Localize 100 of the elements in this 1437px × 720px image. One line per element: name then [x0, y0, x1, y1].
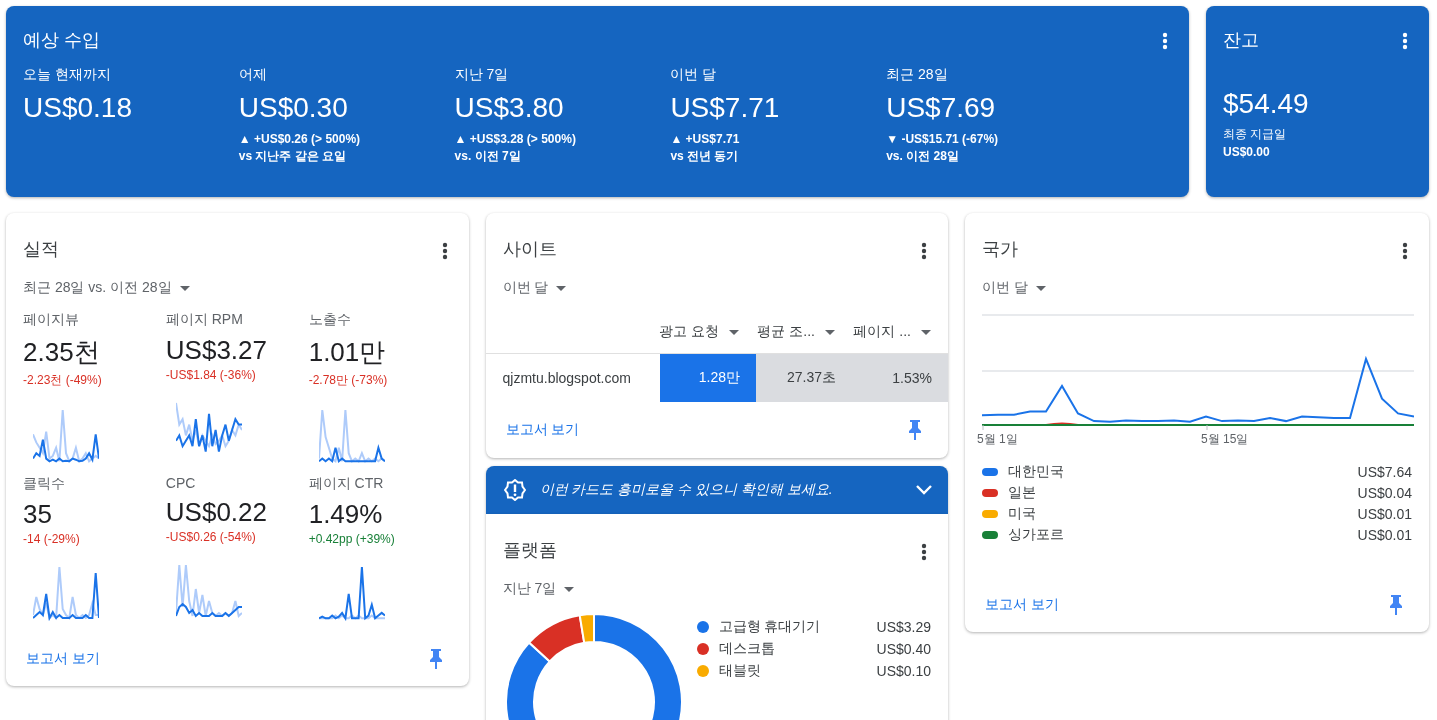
legend-value: US$0.04	[1357, 485, 1412, 501]
caret-icon	[564, 586, 575, 592]
sparkline-drawing	[33, 566, 99, 622]
view-report-link[interactable]: 보고서 보기	[985, 596, 1059, 614]
card-title: 실적	[23, 238, 59, 261]
comparison-text: vs 지난주 같은 요일	[238, 148, 348, 165]
card-title: 예상 수입	[23, 29, 100, 52]
metric-value: 1.49%	[308, 499, 384, 530]
column-header[interactable]: 광고 요청	[643, 323, 739, 341]
last-payment-label: 최종 지급일	[1223, 126, 1288, 143]
alert-badge-icon	[503, 479, 526, 501]
banner-text: 이런 카드도 흥미로울 수 있으니 확인해 보세요.	[539, 481, 834, 499]
card-title: 국가	[982, 238, 1018, 261]
legend-label: 데스크톱	[718, 640, 776, 658]
more-options-icon[interactable]	[1402, 242, 1408, 260]
more-options-icon[interactable]	[921, 543, 927, 561]
earnings-value: US$0.30	[238, 92, 349, 124]
more-options-icon[interactable]	[1402, 32, 1408, 50]
card-title: 잔고	[1223, 29, 1259, 52]
metric-change: -2.23천 (-49%)	[23, 372, 103, 389]
legend-value: US$0.01	[1357, 506, 1412, 522]
metric-change: -14 (-29%)	[23, 532, 81, 546]
metric-label: 페이지뷰	[23, 311, 80, 329]
view-report-link[interactable]: 보고서 보기	[26, 650, 100, 668]
earnings-value: US$7.69	[886, 92, 997, 124]
legend-label: 싱가포르	[1008, 526, 1065, 544]
metric-value: 35	[23, 499, 53, 530]
comparison-text: vs 전년 동기	[670, 148, 740, 165]
more-options-icon[interactable]	[921, 242, 927, 260]
card-title: 플랫폼	[502, 539, 557, 562]
table-cell: 1.53%	[852, 354, 948, 402]
earnings-value: US$7.71	[670, 92, 781, 124]
metric-label: 노출수	[308, 311, 352, 329]
suggestion-banner[interactable]: 이런 카드도 흥미로울 수 있으니 확인해 보세요.	[485, 466, 948, 514]
caret-icon	[825, 329, 835, 335]
metric-label: CPC	[165, 475, 197, 491]
caret-icon	[179, 285, 190, 291]
metric-value: 1.01만	[308, 336, 387, 369]
legend-value: US$3.29	[876, 619, 931, 635]
date-range-dropdown[interactable]: 최근 28일 vs. 이전 28일	[23, 279, 190, 297]
earnings-value: US$3.80	[454, 92, 565, 124]
comparison-text: vs. 이전 7일	[454, 148, 522, 165]
column-header[interactable]: 페이지 ...	[835, 323, 931, 341]
legend-label: 대한민국	[1008, 463, 1065, 481]
sparkline-drawing	[318, 566, 385, 622]
sparkline-drawing	[33, 409, 99, 465]
more-options-icon[interactable]	[1162, 32, 1168, 50]
metric-value: 2.35천	[23, 336, 101, 369]
change-text: ▲ +US$3.28 (> 500%)	[454, 132, 577, 146]
column-header[interactable]: 평균 조...	[739, 323, 835, 341]
table-cell: 27.37초	[756, 354, 852, 402]
period-label: 이번 달	[670, 66, 718, 84]
date-range-dropdown[interactable]: 이번 달	[982, 279, 1046, 297]
sparkline-drawing	[318, 409, 385, 465]
metric-change: -US$0.26 (-54%)	[165, 530, 257, 544]
chevron-icon[interactable]	[916, 485, 932, 495]
site-name: qjzmtu.blogspot.com	[501, 369, 632, 388]
date-range-dropdown[interactable]: 이번 달	[502, 279, 567, 297]
legend-value: US$0.10	[876, 663, 931, 679]
pin-icon[interactable]	[909, 420, 921, 440]
metric-change: -2.78만 (-73%)	[308, 372, 389, 389]
card-title: 사이트	[502, 238, 557, 261]
balance-value: $54.49	[1223, 88, 1310, 120]
legend-label: 미국	[1008, 505, 1037, 523]
legend-label: 일본	[1008, 484, 1037, 502]
caret-icon	[921, 329, 931, 335]
caret-icon	[1035, 285, 1046, 291]
metric-label: 페이지 CTR	[308, 475, 385, 493]
metric-label: 클릭수	[23, 475, 66, 493]
legend-label: 고급형 휴대기기	[718, 618, 822, 636]
sparkline-drawing	[175, 564, 242, 620]
metric-value: US$0.22	[165, 497, 268, 528]
more-options-icon[interactable]	[441, 242, 448, 260]
period-label: 최근 28일	[886, 66, 949, 84]
period-label: 어제	[238, 66, 268, 84]
metric-label: 페이지 RPM	[165, 311, 244, 329]
legend-value: US$0.01	[1357, 527, 1412, 543]
period-label: 오늘 현재까지	[23, 66, 112, 84]
caret-icon	[729, 329, 739, 335]
pin-icon[interactable]	[1390, 595, 1402, 615]
last-payment-value: US$0.00	[1223, 145, 1271, 159]
change-text: ▼ -US$15.71 (-67%)	[886, 132, 1000, 146]
metric-change: -US$1.84 (-36%)	[165, 368, 257, 382]
metric-change: +0.42pp (+39%)	[308, 532, 396, 546]
axis-label: 5월 15일	[1201, 432, 1249, 445]
view-report-link[interactable]: 보고서 보기	[505, 421, 580, 439]
earnings-value: US$0.18	[23, 92, 133, 124]
caret-icon	[556, 285, 567, 291]
date-range-dropdown[interactable]: 지난 7일	[502, 580, 575, 598]
pin-icon[interactable]	[429, 649, 442, 669]
legend-label: 태블릿	[718, 662, 762, 680]
period-label: 지난 7일	[454, 66, 510, 84]
metric-value: US$3.27	[165, 335, 268, 366]
change-text: ▲ +US$0.26 (> 500%)	[238, 132, 362, 146]
legend-value: US$7.64	[1357, 464, 1412, 480]
table-cell: 1.28만	[660, 354, 756, 402]
axis-label: 5월 1일	[977, 432, 1018, 445]
legend-value: US$0.40	[876, 641, 931, 657]
change-text: ▲ +US$7.71	[670, 132, 741, 146]
comparison-text: vs. 이전 28일	[886, 148, 960, 165]
